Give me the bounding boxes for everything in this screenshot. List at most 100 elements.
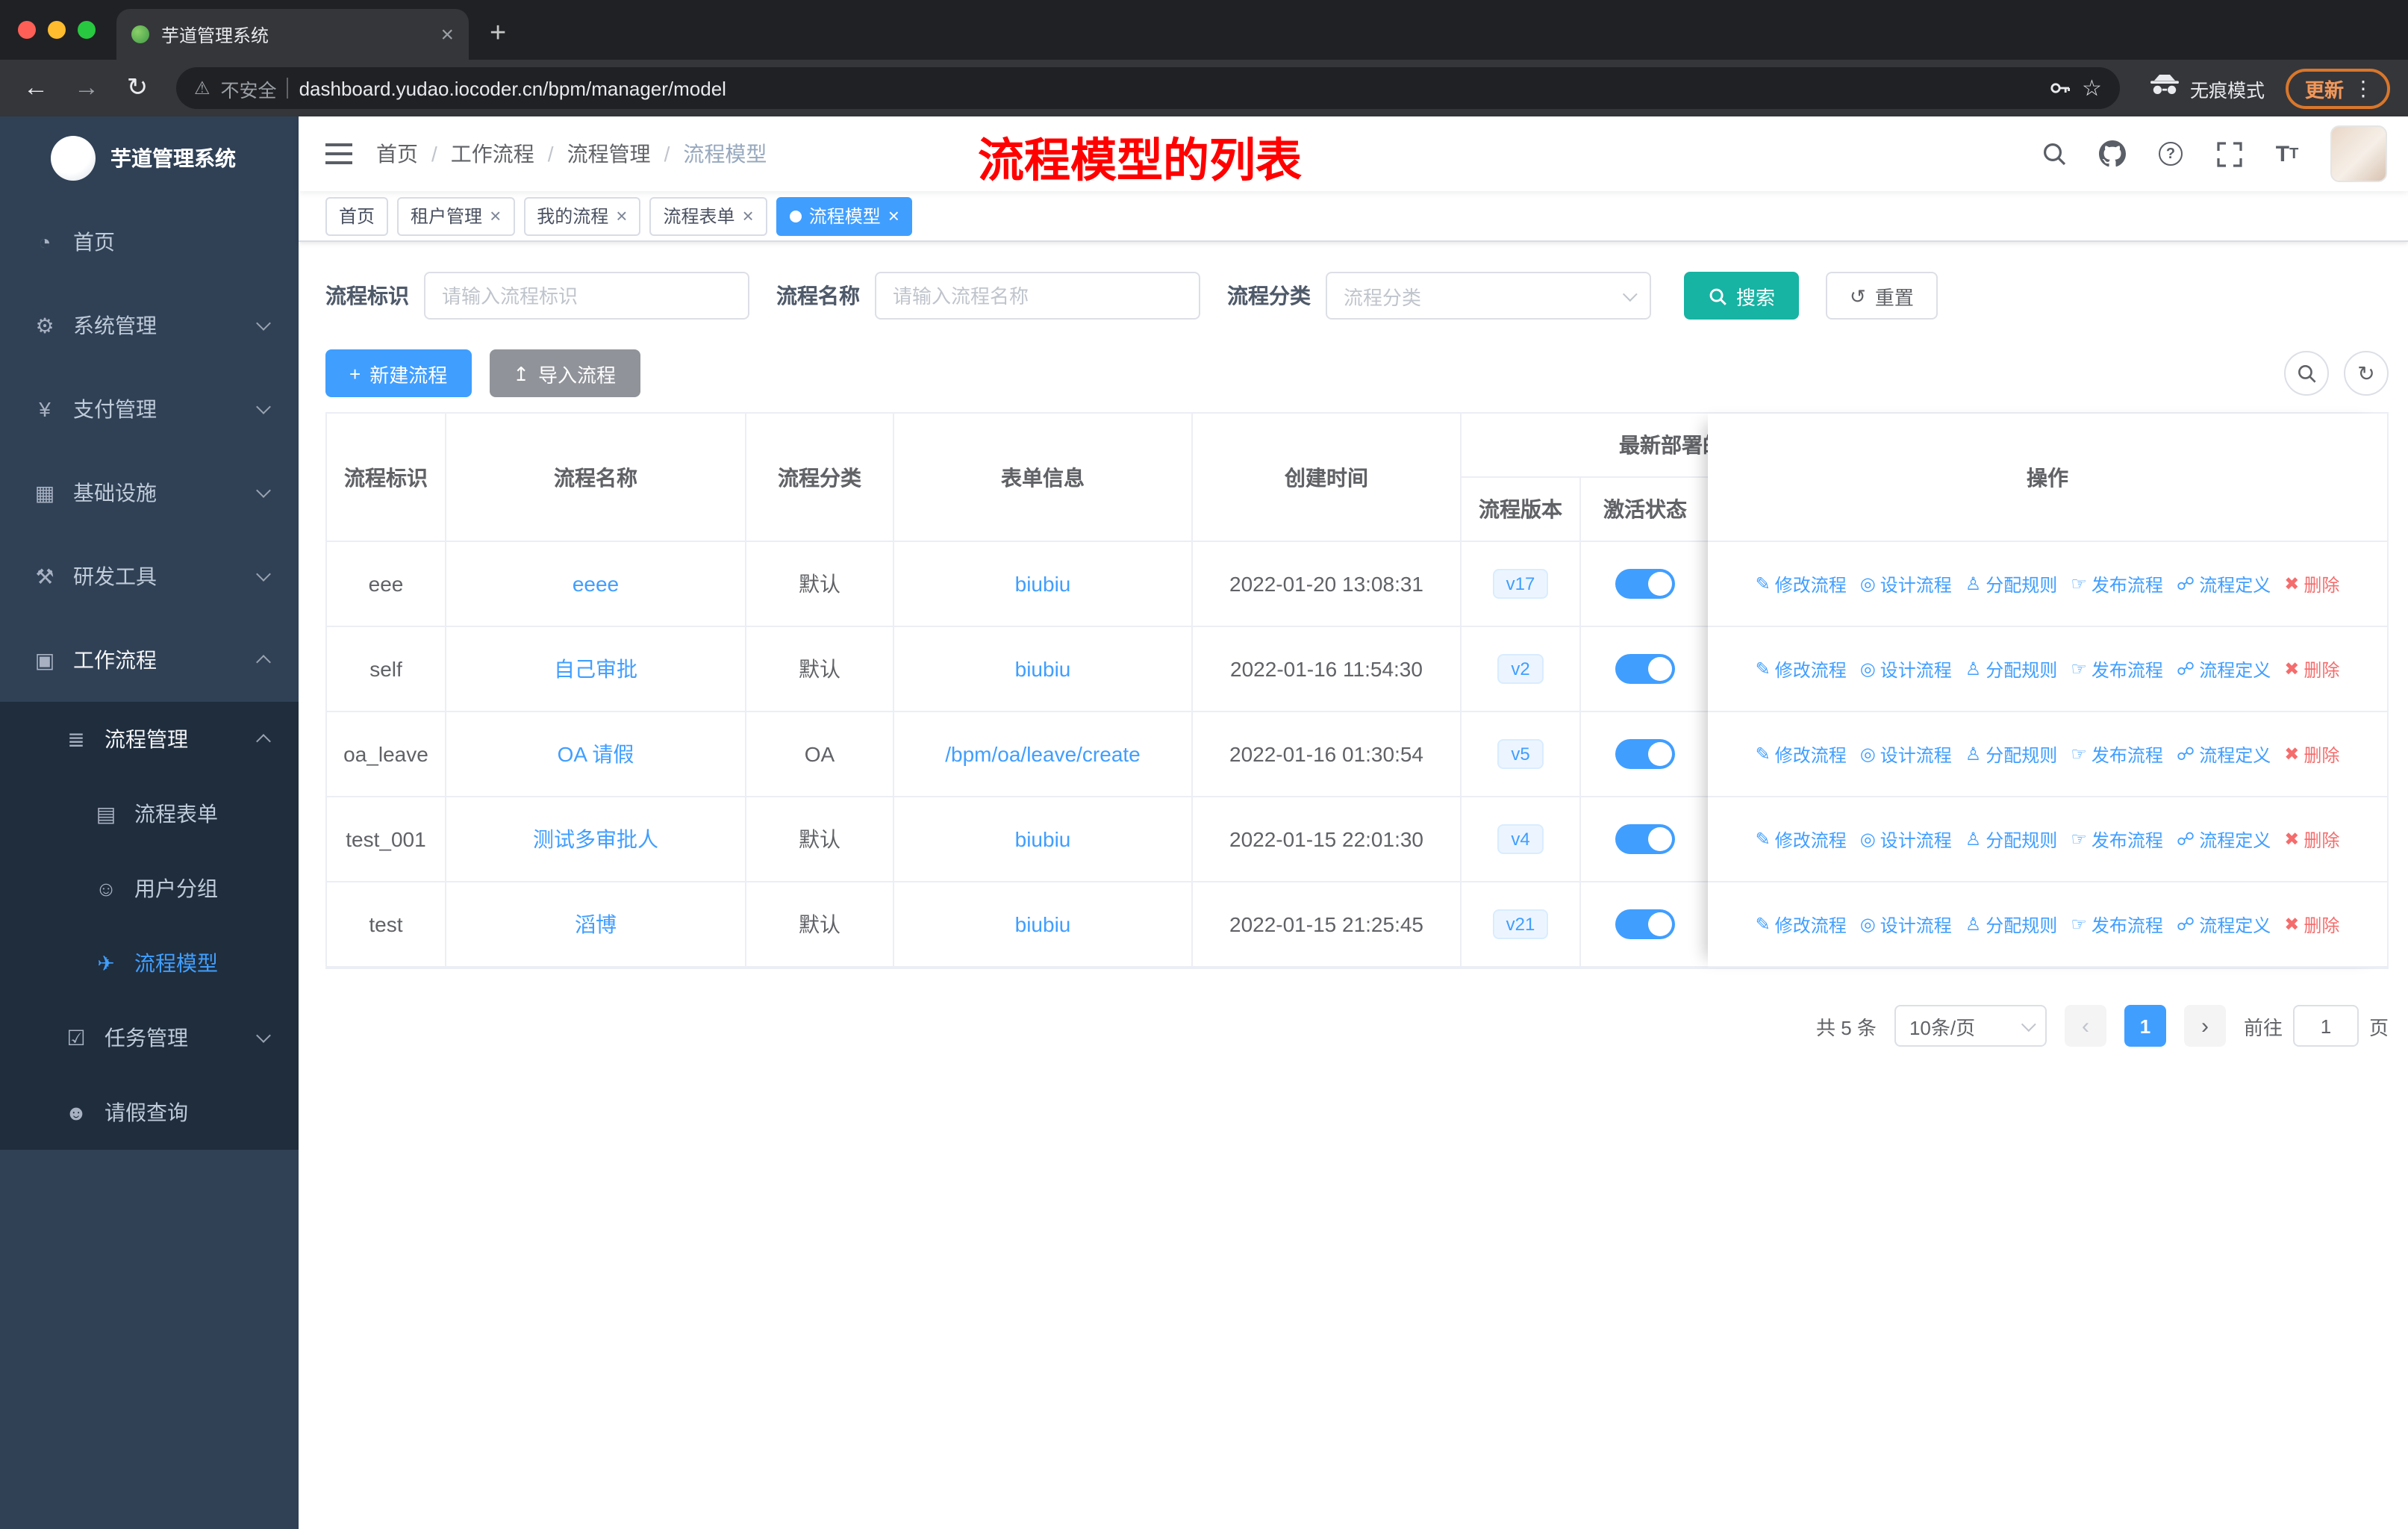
prev-page-button[interactable]: ‹: [2064, 1005, 2106, 1047]
op-edit-link[interactable]: ✎ 修改流程: [1756, 826, 1847, 852]
show-search-toggle-button[interactable]: [2284, 351, 2329, 396]
sidebar-item-leave-query[interactable]: ☻ 请假查询: [0, 1075, 299, 1150]
version-tag[interactable]: v5: [1497, 739, 1544, 769]
version-tag[interactable]: v2: [1497, 654, 1544, 684]
op-definition-link[interactable]: ☍ 流程定义: [2177, 912, 2271, 937]
close-icon[interactable]: ×: [888, 206, 899, 225]
breadcrumb-item[interactable]: 首页: [376, 139, 418, 169]
help-icon[interactable]: ?: [2156, 139, 2186, 169]
op-publish-link[interactable]: ☞ 发布流程: [2071, 826, 2163, 852]
op-assign-rule-link[interactable]: ♙ 分配规则: [1965, 741, 2058, 767]
op-delete-link[interactable]: ✖ 删除: [2284, 571, 2339, 597]
search-icon[interactable]: [2039, 139, 2069, 169]
process-name-link[interactable]: 自己审批: [554, 654, 637, 684]
app-logo[interactable]: 芋道管理系统: [0, 116, 299, 200]
form-info-link[interactable]: biubiu: [1015, 827, 1071, 851]
process-name-link[interactable]: 测试多审批人: [533, 824, 658, 854]
op-publish-link[interactable]: ☞ 发布流程: [2071, 741, 2163, 767]
op-publish-link[interactable]: ☞ 发布流程: [2071, 912, 2163, 937]
tag-process-form[interactable]: 流程表单 ×: [649, 196, 767, 235]
minimize-window-button[interactable]: [48, 21, 66, 39]
sidebar-item-process-model[interactable]: ✈ 流程模型: [0, 926, 299, 1000]
back-icon[interactable]: ←: [15, 67, 57, 109]
op-design-link[interactable]: ◎ 设计流程: [1860, 656, 1952, 682]
op-assign-rule-link[interactable]: ♙ 分配规则: [1965, 826, 2058, 852]
tag-tenant[interactable]: 租户管理 ×: [397, 196, 515, 235]
form-info-link[interactable]: /bpm/oa/leave/create: [945, 742, 1141, 766]
op-design-link[interactable]: ◎ 设计流程: [1860, 826, 1952, 852]
sidebar-item-infrastructure[interactable]: ▦ 基础设施: [0, 451, 299, 535]
collapse-sidebar-icon[interactable]: [325, 143, 352, 164]
process-name-link[interactable]: eeee: [573, 572, 619, 596]
page-size-select[interactable]: 10条/页: [1894, 1005, 2047, 1047]
op-edit-link[interactable]: ✎ 修改流程: [1756, 741, 1847, 767]
fullscreen-icon[interactable]: [2214, 139, 2244, 169]
op-design-link[interactable]: ◎ 设计流程: [1860, 571, 1952, 597]
op-assign-rule-link[interactable]: ♙ 分配规则: [1965, 912, 2058, 937]
sidebar-item-user-group[interactable]: ☺ 用户分组: [0, 851, 299, 926]
op-publish-link[interactable]: ☞ 发布流程: [2071, 656, 2163, 682]
reset-button[interactable]: ↺ 重置: [1826, 272, 1938, 320]
browser-update-button[interactable]: 更新 ⋮: [2285, 68, 2390, 108]
process-name-input[interactable]: [893, 284, 1182, 307]
close-icon[interactable]: ×: [616, 206, 627, 225]
op-delete-link[interactable]: ✖ 删除: [2284, 912, 2339, 937]
tag-home[interactable]: 首页: [325, 196, 389, 235]
op-assign-rule-link[interactable]: ♙ 分配规则: [1965, 656, 2058, 682]
bookmark-star-icon[interactable]: ☆: [2082, 75, 2102, 102]
password-key-icon[interactable]: [2047, 76, 2071, 100]
new-tab-button[interactable]: +: [469, 18, 527, 60]
process-id-input[interactable]: [442, 284, 732, 307]
op-delete-link[interactable]: ✖ 删除: [2284, 826, 2339, 852]
sidebar-item-process-form[interactable]: ▤ 流程表单: [0, 776, 299, 851]
op-delete-link[interactable]: ✖ 删除: [2284, 656, 2339, 682]
font-size-icon[interactable]: TT: [2272, 139, 2302, 169]
op-edit-link[interactable]: ✎ 修改流程: [1756, 571, 1847, 597]
form-info-link[interactable]: biubiu: [1015, 572, 1071, 596]
sidebar-item-home[interactable]: ◔ 首页: [0, 200, 299, 284]
create-process-button[interactable]: + 新建流程: [325, 349, 472, 397]
active-toggle[interactable]: [1615, 569, 1675, 599]
goto-page-input[interactable]: [2292, 1005, 2359, 1047]
import-process-button[interactable]: ↥ 导入流程: [489, 349, 640, 397]
close-icon[interactable]: ×: [743, 206, 754, 225]
github-icon[interactable]: [2097, 139, 2127, 169]
breadcrumb-item[interactable]: 工作流程: [451, 139, 534, 169]
op-definition-link[interactable]: ☍ 流程定义: [2177, 741, 2271, 767]
form-info-link[interactable]: biubiu: [1015, 657, 1071, 681]
tag-my-process[interactable]: 我的流程 ×: [523, 196, 641, 235]
sidebar-item-task-management[interactable]: ☑ 任务管理: [0, 1000, 299, 1075]
process-name-link[interactable]: OA 请假: [558, 739, 634, 769]
sidebar-item-process-management[interactable]: ≣ 流程管理: [0, 702, 299, 776]
sidebar-item-system[interactable]: ⚙ 系统管理: [0, 284, 299, 367]
op-definition-link[interactable]: ☍ 流程定义: [2177, 571, 2271, 597]
page-number-button[interactable]: 1: [2124, 1005, 2166, 1047]
op-definition-link[interactable]: ☍ 流程定义: [2177, 656, 2271, 682]
active-toggle[interactable]: [1615, 654, 1675, 684]
browser-menu-icon[interactable]: ⋮: [2353, 75, 2374, 101]
active-toggle[interactable]: [1615, 909, 1675, 939]
op-edit-link[interactable]: ✎ 修改流程: [1756, 656, 1847, 682]
op-publish-link[interactable]: ☞ 发布流程: [2071, 571, 2163, 597]
sidebar-item-payment[interactable]: ¥ 支付管理: [0, 367, 299, 451]
version-tag[interactable]: v4: [1497, 824, 1544, 854]
process-name-link[interactable]: 滔博: [575, 909, 617, 939]
form-info-link[interactable]: biubiu: [1015, 912, 1071, 936]
reload-icon[interactable]: ↻: [116, 67, 158, 109]
category-select[interactable]: 流程分类: [1326, 272, 1651, 320]
op-delete-link[interactable]: ✖ 删除: [2284, 741, 2339, 767]
op-design-link[interactable]: ◎ 设计流程: [1860, 741, 1952, 767]
op-assign-rule-link[interactable]: ♙ 分配规则: [1965, 571, 2058, 597]
close-window-button[interactable]: [18, 21, 36, 39]
address-bar[interactable]: ⚠ 不安全 dashboard.yudao.iocoder.cn/bpm/man…: [176, 67, 2120, 109]
op-definition-link[interactable]: ☍ 流程定义: [2177, 826, 2271, 852]
search-button[interactable]: 搜索: [1684, 272, 1800, 320]
breadcrumb-item[interactable]: 流程管理: [567, 139, 651, 169]
active-toggle[interactable]: [1615, 739, 1675, 769]
version-tag[interactable]: v21: [1492, 909, 1549, 939]
user-avatar[interactable]: [2330, 125, 2387, 182]
close-icon[interactable]: ×: [490, 206, 501, 225]
browser-tab[interactable]: 芋道管理系统 ×: [116, 9, 469, 60]
sidebar-item-dev-tools[interactable]: ⚒ 研发工具: [0, 535, 299, 618]
next-page-button[interactable]: ›: [2183, 1005, 2226, 1047]
